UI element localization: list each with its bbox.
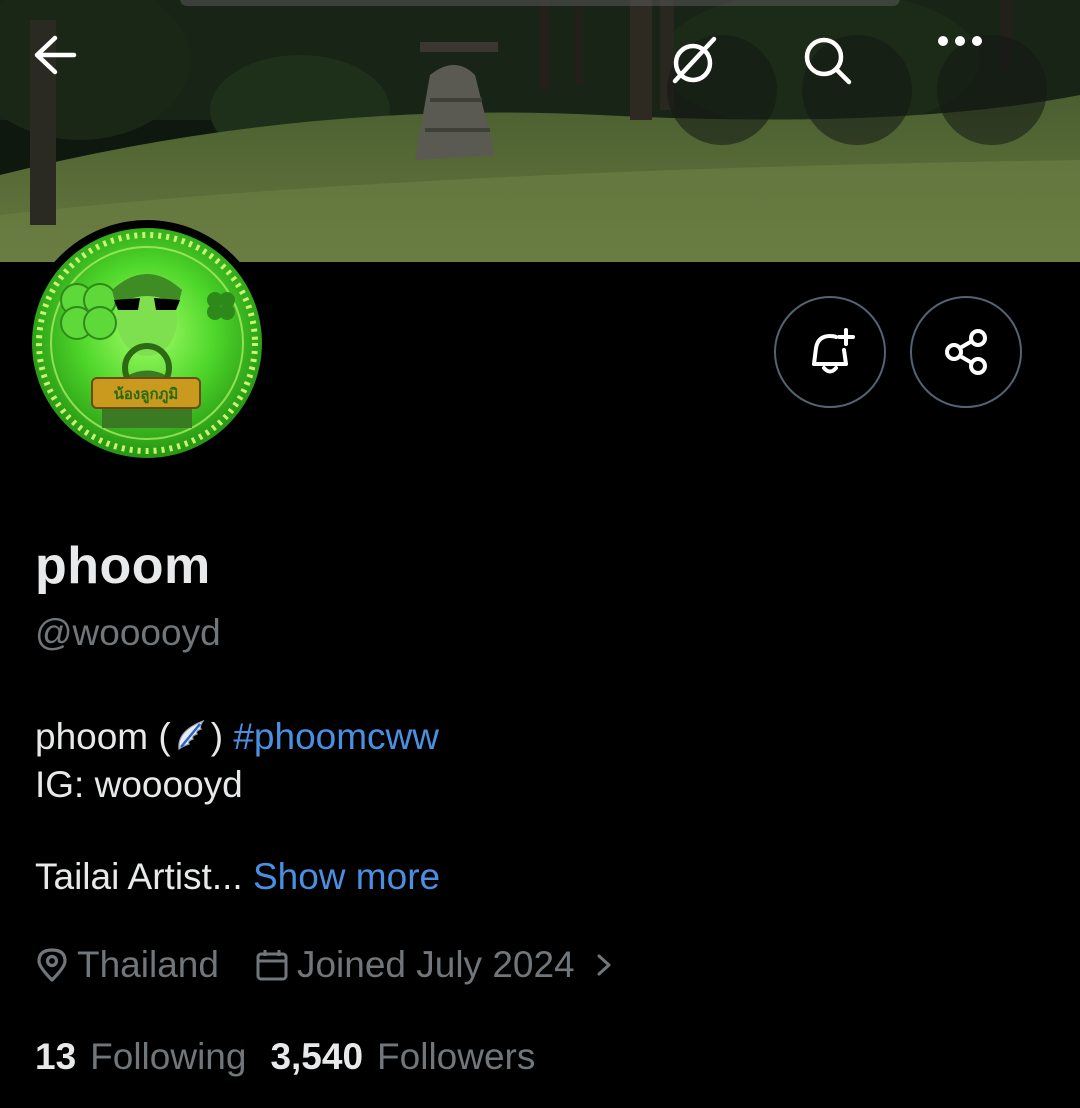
follow-stats: 13 Following 3,540 Followers xyxy=(35,1036,535,1078)
more-horizontal-icon xyxy=(938,36,982,46)
bio-text-close: ) xyxy=(210,716,224,757)
search-icon xyxy=(804,37,852,85)
bio-line-2: IG: wooooyd xyxy=(35,764,243,805)
followers-link[interactable]: 3,540 Followers xyxy=(270,1036,535,1078)
back-arrow-icon xyxy=(34,35,77,75)
avatar-image: น้องลูกภูมิ xyxy=(32,228,262,458)
profile-meta: Thailand Joined July 2024 xyxy=(35,944,627,986)
hashtag-link[interactable]: #phoomcww xyxy=(233,716,439,757)
back-button[interactable] xyxy=(33,35,143,145)
chevron-right-icon xyxy=(597,954,611,976)
bio-line-3: Tailai Artist... Show more xyxy=(35,856,440,898)
joined-date[interactable]: Joined July 2024 xyxy=(255,944,627,986)
svg-text:น้องลูกภูมิ: น้องลูกภูมิ xyxy=(114,385,179,404)
notification-bell-add-icon xyxy=(812,328,855,374)
status-pill xyxy=(180,0,900,6)
grok-icon xyxy=(672,36,717,84)
share-icon xyxy=(945,329,987,375)
grok-button[interactable] xyxy=(667,35,777,145)
following-count: 13 xyxy=(35,1036,77,1077)
bio-line-1: phoom ( ) #phoomcww xyxy=(35,716,439,758)
notifications-button[interactable] xyxy=(774,296,886,408)
show-more-link[interactable]: Show more xyxy=(253,856,440,897)
following-label: Following xyxy=(90,1036,247,1077)
joined-text: Joined July 2024 xyxy=(296,944,575,985)
calendar-icon xyxy=(256,950,288,981)
location: Thailand xyxy=(35,944,219,986)
followers-label: Followers xyxy=(377,1036,536,1077)
bio-text: phoom ( xyxy=(35,716,171,757)
user-handle: @wooooyd xyxy=(35,612,221,653)
following-link[interactable]: 13 Following xyxy=(35,1036,246,1078)
wing-emoji-icon xyxy=(178,719,205,751)
display-name: phoom xyxy=(35,537,211,595)
followers-count: 3,540 xyxy=(270,1036,364,1077)
more-button[interactable] xyxy=(937,35,1047,145)
avatar[interactable]: น้องลูกภูมิ xyxy=(24,220,270,466)
location-pin-icon xyxy=(37,948,67,982)
share-button[interactable] xyxy=(910,296,1022,408)
bio-text-artist: Tailai Artist... xyxy=(35,856,243,897)
location-text: Thailand xyxy=(77,944,219,985)
search-button[interactable] xyxy=(802,35,912,145)
